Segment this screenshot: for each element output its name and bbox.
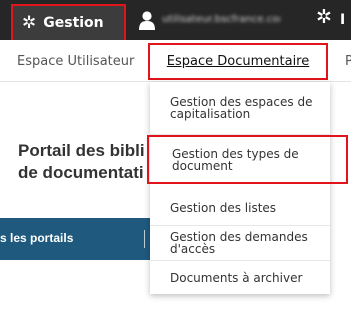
user-icon — [139, 11, 155, 30]
gestion-menu-button[interactable]: ✲ Gestion — [11, 4, 126, 42]
menu-item-label: Gestion des demandes d'accès — [170, 230, 308, 256]
menu-item-types-document[interactable]: Gestion des types de document — [147, 135, 348, 184]
menu-item-espaces-capitalisation[interactable]: Gestion des espaces de capitalisation — [150, 82, 330, 135]
menu-item-listes[interactable]: Gestion des listes — [150, 190, 330, 226]
tab-espace-documentaire[interactable]: Espace Documentaire — [148, 43, 328, 80]
menu-item-documents-archiver[interactable]: Documents à archiver — [150, 261, 330, 294]
top-menu-cut-label[interactable]: I — [340, 12, 345, 28]
settings-gear-icon[interactable]: ✲ — [316, 8, 332, 27]
documentaire-dropdown: Gestion des espaces de capitalisation Ge… — [147, 82, 348, 294]
tab-espace-documentaire-label: Espace Documentaire — [166, 54, 310, 69]
tab-cut-right[interactable]: P — [345, 54, 351, 69]
user-name[interactable]: utilisateur.bscfrance.com — [162, 14, 280, 25]
tab-espace-utilisateur[interactable]: Espace Utilisateur — [17, 54, 134, 69]
menu-item-demandes-acces[interactable]: Gestion des demandes d'accès — [150, 226, 330, 261]
portal-tab-label[interactable]: s les portails — [0, 231, 73, 245]
menu-item-label: Gestion des espaces de capitalisation — [170, 95, 313, 121]
gear-icon: ✲ — [22, 12, 37, 33]
tab-separator — [144, 230, 145, 248]
page-title-text: Portail des bibli de documentati — [18, 141, 145, 182]
menu-item-label: Gestion des listes — [170, 200, 277, 215]
menu-item-label: Gestion des types de document — [172, 146, 299, 173]
gestion-label: Gestion — [43, 15, 104, 31]
portal-tab-bar[interactable]: s les portails — [0, 218, 152, 260]
page-title: Portail des bibli de documentati — [18, 140, 154, 184]
menu-item-label: Documents à archiver — [170, 270, 303, 285]
